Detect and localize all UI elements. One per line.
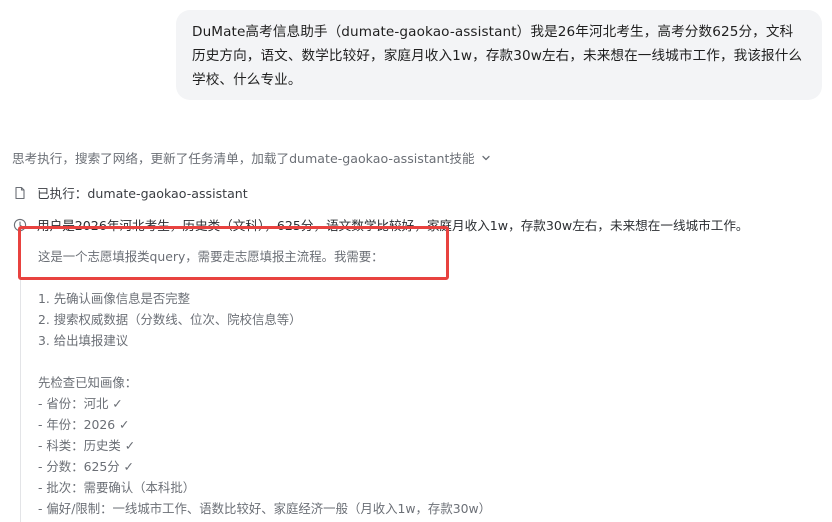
executed-step[interactable]: 已执行：dumate-gaokao-assistant bbox=[13, 183, 248, 202]
thought-line: - 省份：河北 ✓ bbox=[38, 396, 123, 411]
thinking-summary-label: 思考执行，搜索了网络，更新了任务清单，加载了dumate-gaokao-assi… bbox=[12, 151, 475, 166]
thought-line: - 批次：需要确认（本科批） bbox=[38, 480, 196, 495]
user-message-bubble: DuMate高考信息助手（dumate-gaokao-assistant）我是2… bbox=[176, 10, 822, 100]
chevron-down-icon bbox=[481, 155, 490, 160]
document-icon bbox=[15, 186, 25, 199]
thought-content: 这是一个志愿填报类query，需要走志愿填报主流程。我需要： 1. 先确认画像信… bbox=[38, 246, 491, 519]
thinking-summary-toggle[interactable]: 思考执行，搜索了网络，更新了任务清单，加载了dumate-gaokao-assi… bbox=[12, 148, 491, 167]
thought-line: 1. 先确认画像信息是否完整 bbox=[38, 291, 191, 306]
thought-line: - 偏好/限制：一线城市工作、语数比较好、家庭经济一般（月收入1w，存款30w） bbox=[38, 501, 492, 516]
chat-page: DuMate高考信息助手（dumate-gaokao-assistant）我是2… bbox=[0, 0, 832, 522]
annotation-highlight-box bbox=[18, 226, 449, 280]
thought-line: - 年份：2026 ✓ bbox=[38, 417, 130, 432]
thought-line: 2. 搜索权威数据（分数线、位次、院校信息等） bbox=[38, 312, 302, 327]
thought-line: - 分数：625分 ✓ bbox=[38, 459, 134, 474]
user-message-text: DuMate高考信息助手（dumate-gaokao-assistant）我是2… bbox=[192, 24, 803, 88]
thought-gap bbox=[38, 351, 491, 372]
executed-step-label: 已执行：dumate-gaokao-assistant bbox=[37, 186, 248, 201]
thought-line: - 科类：历史类 ✓ bbox=[38, 438, 136, 453]
thought-line: 3. 给出填报建议 bbox=[38, 333, 129, 348]
thought-line: 先检查已知画像： bbox=[38, 375, 138, 390]
